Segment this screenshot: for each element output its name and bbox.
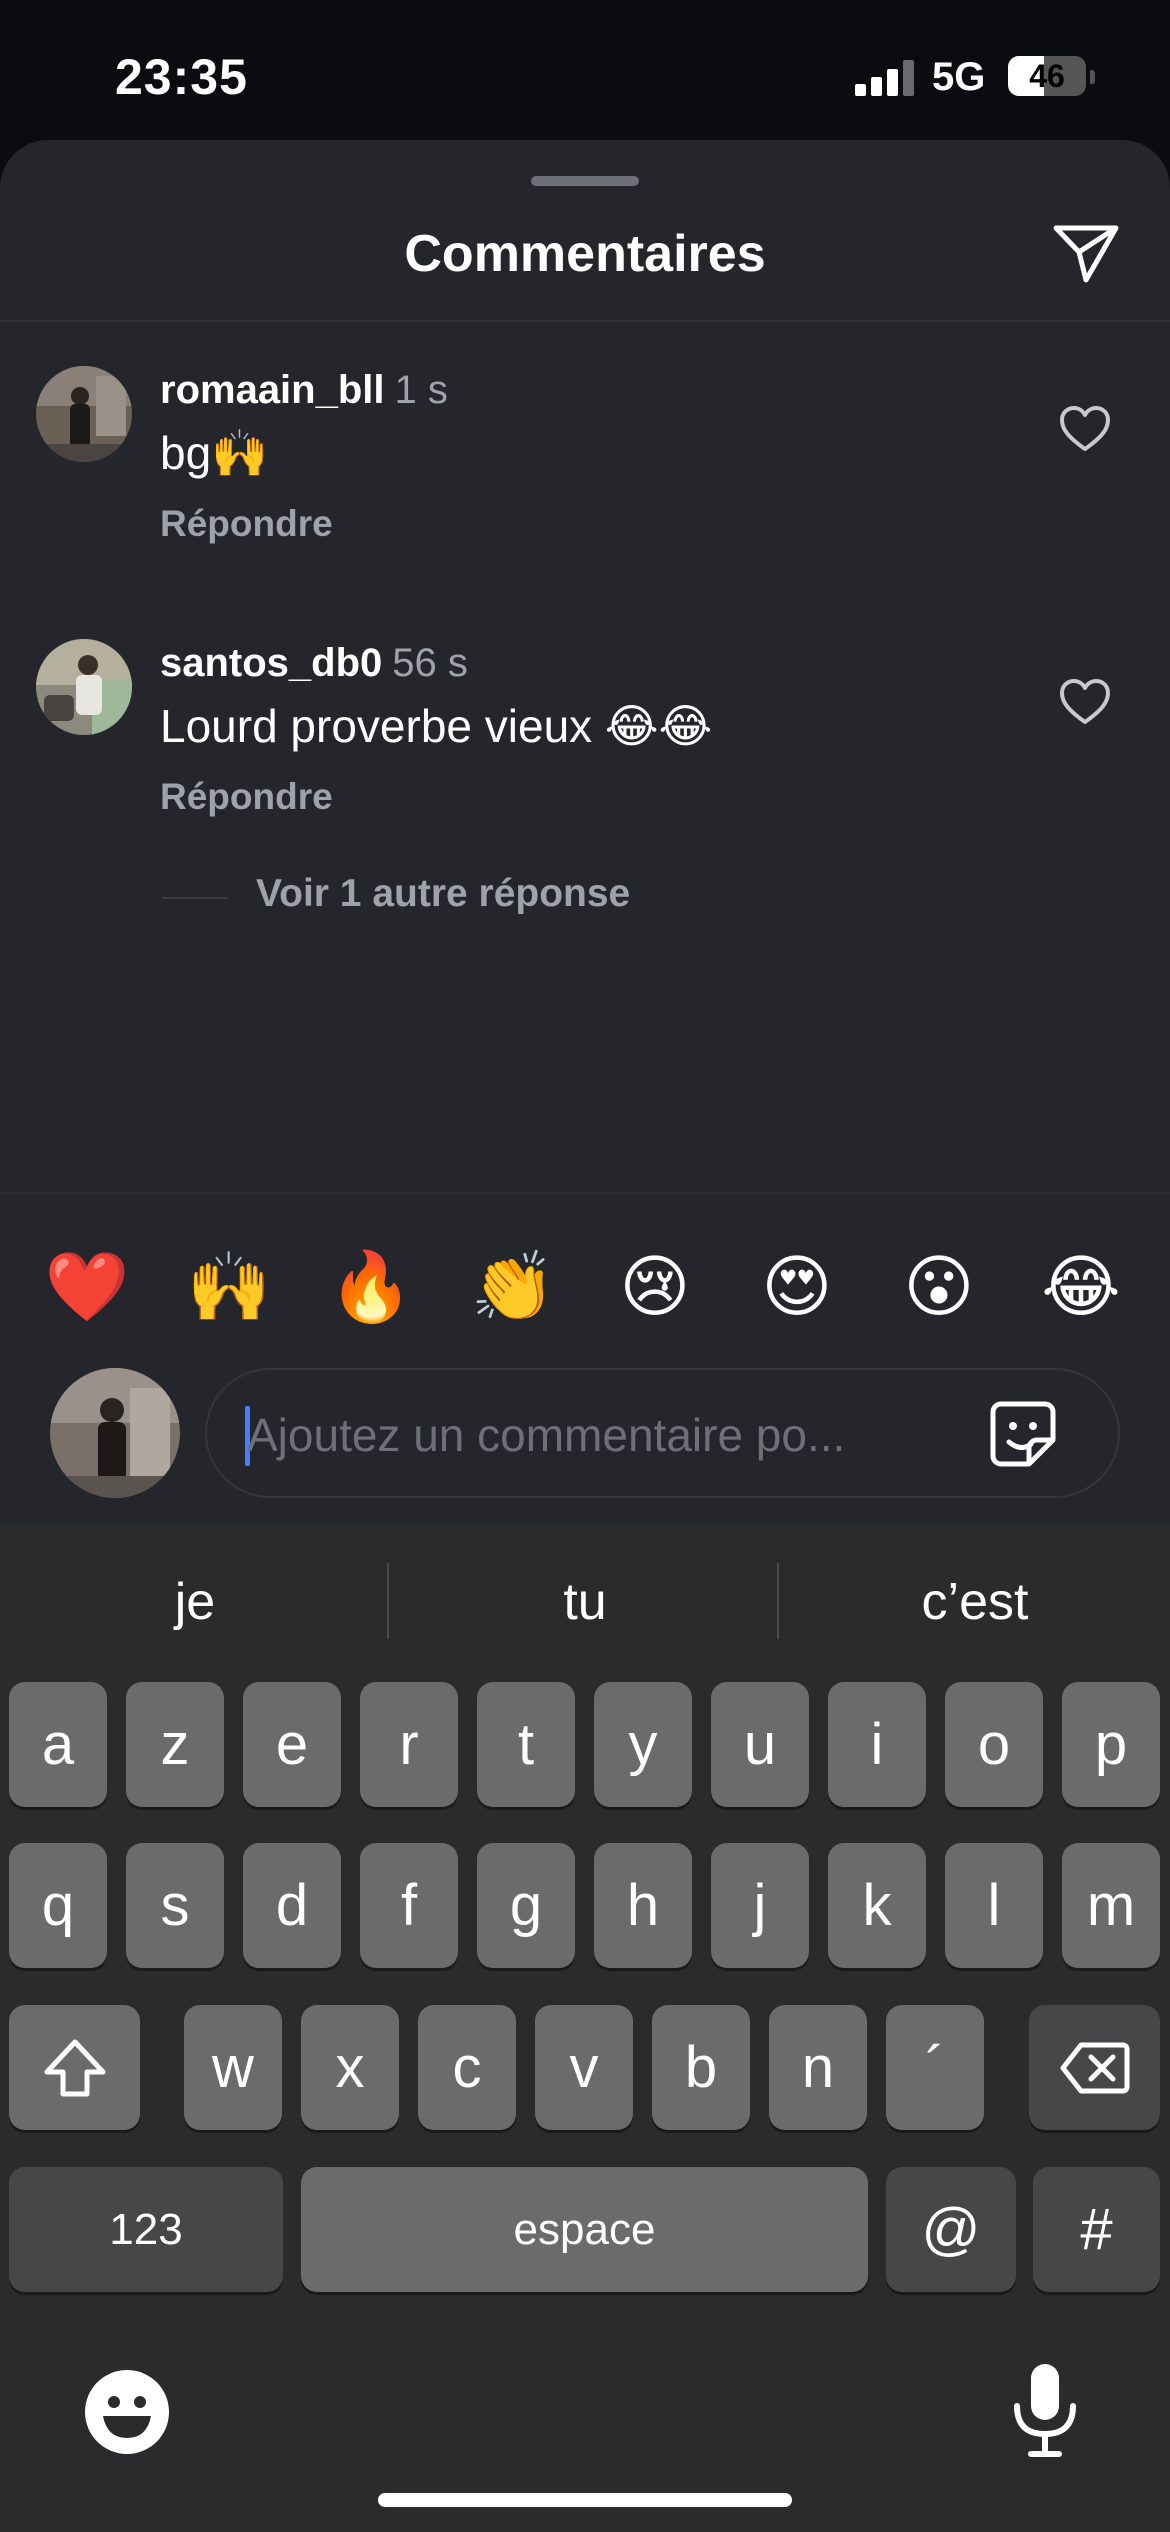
sticker-icon[interactable]	[987, 1398, 1059, 1470]
comment-input[interactable]: Ajoutez un commentaire po...	[205, 1368, 1120, 1498]
battery-level: 46	[1029, 58, 1065, 94]
backspace-key[interactable]	[1029, 2005, 1160, 2130]
key[interactable]: w	[184, 2005, 282, 2130]
reply-button[interactable]: Répondre	[160, 776, 333, 818]
key[interactable]: h	[594, 1843, 692, 1968]
hash-key[interactable]: #	[1033, 2167, 1160, 2292]
avatar[interactable]	[36, 639, 132, 735]
numbers-key[interactable]: 123	[9, 2167, 283, 2292]
quick-emoji[interactable]: 🔥	[321, 1238, 421, 1338]
comment-input-placeholder: Ajoutez un commentaire po...	[247, 1409, 846, 1461]
heart-outline-icon[interactable]	[1058, 677, 1112, 727]
status-bar: 23:35 5G 46	[0, 0, 1170, 150]
microphone-icon[interactable]	[1005, 2360, 1085, 2460]
key[interactable]: j	[711, 1843, 809, 1968]
key[interactable]: s	[126, 1843, 224, 1968]
shift-icon	[44, 2039, 105, 2096]
signal-icon	[855, 60, 915, 96]
at-key[interactable]: @	[886, 2167, 1016, 2292]
quick-emoji[interactable]: 😮	[889, 1238, 989, 1338]
suggestion[interactable]: je	[0, 1525, 390, 1680]
key[interactable]: b	[652, 2005, 750, 2130]
key[interactable]: y	[594, 1682, 692, 1807]
quick-emoji[interactable]: 👏	[463, 1238, 563, 1338]
space-key[interactable]: espace	[301, 2167, 868, 2292]
comment-text: bg🙌	[160, 427, 269, 479]
key[interactable]: z	[126, 1682, 224, 1807]
comment-time: 1 s	[394, 368, 448, 412]
key[interactable]: r	[360, 1682, 458, 1807]
quick-emoji[interactable]: ❤️	[37, 1238, 137, 1338]
quick-emoji[interactable]: 😢	[605, 1238, 705, 1338]
key[interactable]: n	[769, 2005, 867, 2130]
comment-username[interactable]: romaain_bll	[160, 368, 385, 412]
keyboard: je tu c’est a z e r t y u i o p q s d f …	[0, 1525, 1170, 2532]
key[interactable]: c	[418, 2005, 516, 2130]
comment-username[interactable]: santos_db0	[160, 641, 382, 685]
reply-button[interactable]: Répondre	[160, 503, 333, 545]
comment-item: santos_db0 56 s Lourd proverbe vieux 😂😂 R…	[0, 639, 1170, 839]
key[interactable]: t	[477, 1682, 575, 1807]
key[interactable]: g	[477, 1843, 575, 1968]
comments-sheet: Commentaires romaain_bll 1 s bg🙌 Répondre…	[0, 140, 1170, 1525]
comment-time: 56 s	[392, 641, 468, 685]
quick-emoji[interactable]: 🙌	[179, 1238, 279, 1338]
battery-icon: 46	[1008, 56, 1086, 96]
comment-text: Lourd proverbe vieux 😂😂	[160, 700, 713, 752]
status-time: 23:35	[115, 49, 248, 105]
key[interactable]: p	[1062, 1682, 1160, 1807]
avatar[interactable]	[36, 366, 132, 462]
key[interactable]: k	[828, 1843, 926, 1968]
view-more-replies[interactable]: Voir 1 autre réponse	[256, 872, 630, 916]
send-icon[interactable]	[1052, 222, 1120, 284]
sheet-title: Commentaires	[404, 225, 766, 283]
emoji-icon[interactable]	[85, 2370, 169, 2454]
sheet-grabber[interactable]	[531, 176, 639, 186]
key[interactable]: f	[360, 1843, 458, 1968]
my-avatar	[50, 1368, 180, 1498]
key[interactable]: q	[9, 1843, 107, 1968]
backspace-icon	[1060, 2042, 1129, 2093]
key[interactable]: ´	[886, 2005, 984, 2130]
key[interactable]: o	[945, 1682, 1043, 1807]
heart-outline-icon[interactable]	[1058, 404, 1112, 454]
quick-emoji-bar: ❤️ 🙌 🔥 👏 😢 😍 😮 😂	[0, 1238, 1170, 1338]
quick-emoji[interactable]: 😍	[747, 1238, 847, 1338]
key[interactable]: d	[243, 1843, 341, 1968]
home-indicator[interactable]	[378, 2493, 792, 2507]
key[interactable]: m	[1062, 1843, 1160, 1968]
network-type: 5G	[932, 55, 986, 99]
quick-emoji[interactable]: 😂	[1031, 1238, 1131, 1338]
key[interactable]: e	[243, 1682, 341, 1807]
suggestion[interactable]: c’est	[780, 1525, 1170, 1680]
key[interactable]: v	[535, 2005, 633, 2130]
suggestion[interactable]: tu	[390, 1525, 780, 1680]
comment-item: romaain_bll 1 s bg🙌 Répondre	[0, 366, 1170, 566]
key[interactable]: u	[711, 1682, 809, 1807]
key[interactable]: x	[301, 2005, 399, 2130]
key[interactable]: l	[945, 1843, 1043, 1968]
key[interactable]: i	[828, 1682, 926, 1807]
shift-key[interactable]	[9, 2005, 140, 2130]
key[interactable]: a	[9, 1682, 107, 1807]
